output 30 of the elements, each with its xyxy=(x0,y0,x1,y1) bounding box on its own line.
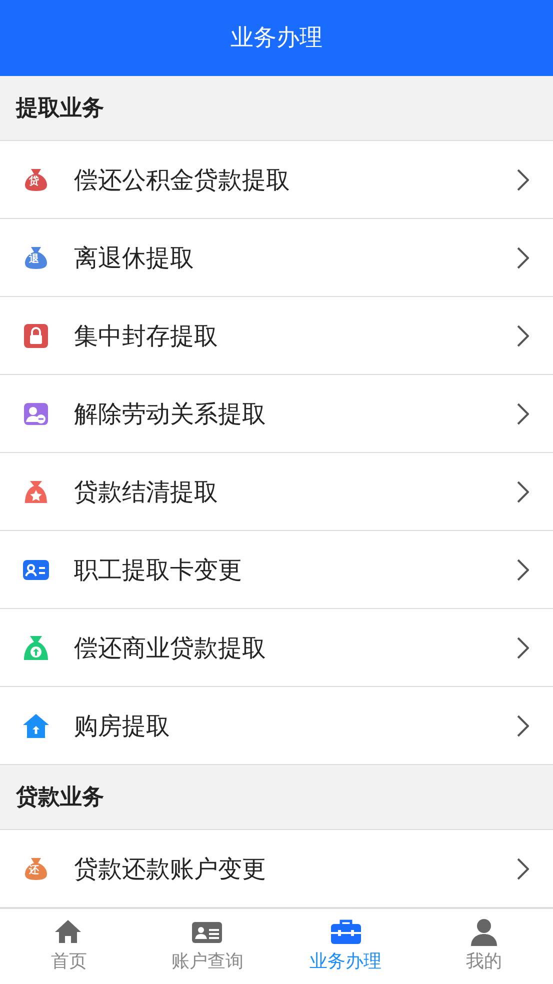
tab[interactable]: 我的 xyxy=(414,909,553,984)
page-title: 业务办理 xyxy=(230,24,322,53)
menu-item[interactable]: 偿还商业贷款提取 xyxy=(0,609,553,687)
briefcase-icon xyxy=(330,918,361,946)
chevron-icon xyxy=(517,714,529,736)
icon-glyph: 还 xyxy=(29,864,39,876)
tab[interactable]: 首页 xyxy=(0,909,138,984)
chevron-icon xyxy=(517,324,529,346)
menu-item[interactable]: 职工提取卡变更 xyxy=(0,531,553,609)
chevron-icon xyxy=(517,402,529,424)
section-title: 提取业务 xyxy=(16,94,104,122)
lock-icon xyxy=(22,322,50,350)
menu-item[interactable]: 贷 偿还公积金贷款提取 xyxy=(0,141,553,219)
chevron-icon xyxy=(517,636,529,658)
chevron-icon xyxy=(517,558,529,580)
chevron-icon xyxy=(517,168,529,190)
tab[interactable]: 账户查询 xyxy=(138,909,276,984)
bag-up-icon xyxy=(22,634,50,662)
chevron-icon xyxy=(517,246,529,268)
section-title: 贷款业务 xyxy=(16,784,104,812)
chevron-icon xyxy=(517,480,529,502)
chevron-icon xyxy=(517,858,529,880)
icon-glyph: 退 xyxy=(29,254,39,266)
icon-glyph: 贷 xyxy=(29,176,39,188)
menu-item[interactable]: 退 离退休提取 xyxy=(0,219,553,297)
person-icon xyxy=(468,918,499,946)
menu-item[interactable]: 解除劳动关系提取 xyxy=(0,375,553,453)
house-up-icon xyxy=(22,712,50,740)
menu-item[interactable]: 贷款结清提取 xyxy=(0,453,553,531)
menu-item[interactable]: 集中封存提取 xyxy=(0,297,553,375)
